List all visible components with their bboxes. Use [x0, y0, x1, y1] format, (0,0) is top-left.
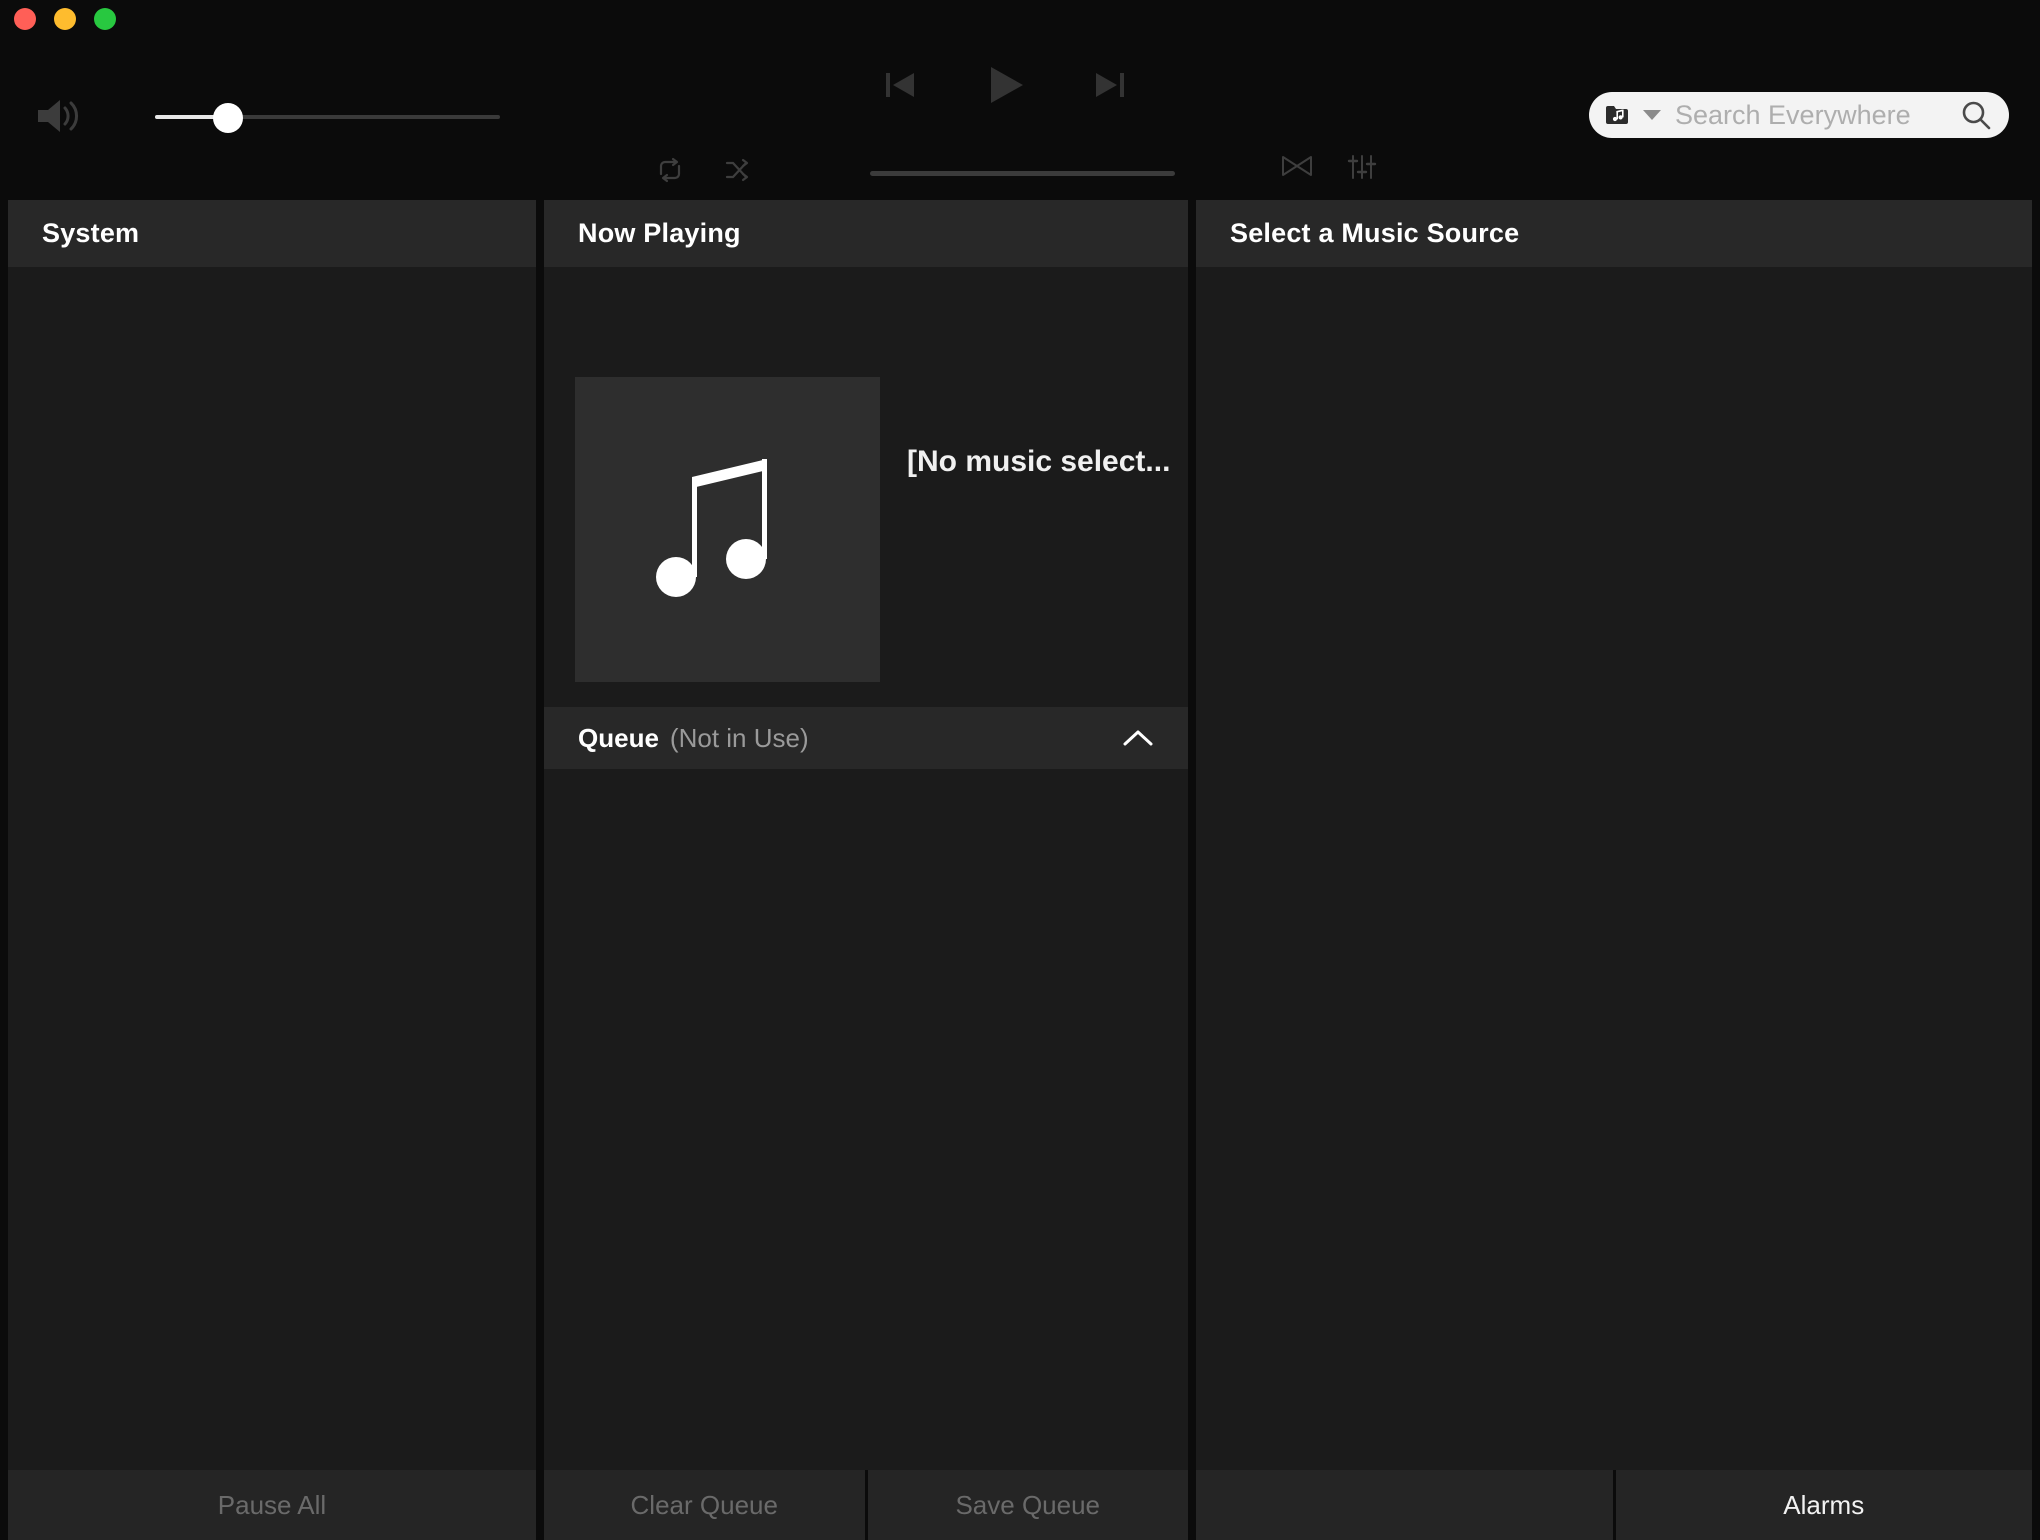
volume-slider-thumb[interactable]: [213, 103, 243, 133]
app-window: System Now Playing: [0, 0, 2040, 1540]
music-source-panel-header: Select a Music Source: [1196, 200, 2032, 267]
clear-queue-button[interactable]: Clear Queue: [544, 1470, 865, 1540]
search-icon[interactable]: [1959, 98, 1993, 132]
search-input[interactable]: [1675, 99, 1953, 131]
chevron-down-icon[interactable]: [1643, 110, 1661, 120]
equalizer-icon[interactable]: [1347, 152, 1377, 182]
now-playing-panel-body: [No music select... Queue (Not in Use): [544, 267, 1188, 1470]
search-bar[interactable]: [1589, 92, 2009, 138]
source-action-group: Alarms: [1196, 1470, 2032, 1540]
window-traffic-lights: [14, 8, 116, 30]
queue-list[interactable]: [544, 769, 1188, 1470]
toolbar: [0, 0, 2040, 200]
panel-container: System Now Playing [No music select... Q…: [0, 200, 2040, 1470]
queue-status: (Not in Use): [669, 722, 809, 753]
music-source-panel-body[interactable]: [1196, 267, 2032, 1470]
track-progress-track: [870, 171, 1175, 176]
volume-control: [34, 95, 500, 137]
queue-action-group: Clear Queue Save Queue: [544, 1470, 1188, 1540]
crossfade-icon[interactable]: [1280, 153, 1314, 179]
queue-header[interactable]: Queue (Not in Use): [544, 707, 1188, 769]
system-panel-header: System: [8, 200, 536, 267]
queue-label: Queue: [578, 722, 659, 753]
alarms-button[interactable]: Alarms: [1612, 1470, 2032, 1540]
system-panel-body[interactable]: [8, 267, 536, 1470]
minimize-window-button[interactable]: [54, 8, 76, 30]
source-secondary-button[interactable]: [1196, 1470, 1613, 1540]
zoom-window-button[interactable]: [94, 8, 116, 30]
music-note-icon: [648, 437, 808, 622]
now-playing-panel: Now Playing [No music select... Queue (N…: [544, 200, 1188, 1470]
music-source-panel: Select a Music Source: [1196, 200, 2032, 1470]
system-panel-title: System: [42, 218, 140, 248]
repeat-button[interactable]: [655, 155, 685, 185]
chevron-up-icon[interactable]: [1122, 728, 1154, 748]
close-window-button[interactable]: [14, 8, 36, 30]
album-art-placeholder[interactable]: [575, 377, 880, 682]
now-playing-content: [No music select...: [544, 267, 1188, 707]
system-panel: System: [8, 200, 536, 1470]
system-action-group: Pause All: [8, 1470, 536, 1540]
now-playing-panel-header: Now Playing: [544, 200, 1188, 267]
pause-all-button[interactable]: Pause All: [8, 1470, 536, 1540]
music-folder-icon[interactable]: [1605, 104, 1629, 126]
now-playing-track-title: [No music select...: [907, 445, 1171, 478]
previous-track-button[interactable]: [880, 65, 920, 105]
bottom-action-bar: Pause All Clear Queue Save Queue Alarms: [0, 1470, 2040, 1540]
shuffle-button[interactable]: [722, 155, 752, 185]
music-source-panel-title: Select a Music Source: [1230, 218, 1520, 248]
transport-controls: [880, 60, 1130, 110]
speaker-volume-icon[interactable]: [34, 95, 80, 137]
play-button[interactable]: [980, 60, 1030, 110]
volume-slider[interactable]: [155, 101, 500, 133]
track-progress-slider[interactable]: [870, 165, 1175, 181]
now-playing-panel-title: Now Playing: [578, 218, 741, 248]
next-track-button[interactable]: [1090, 65, 1130, 105]
save-queue-button[interactable]: Save Queue: [864, 1470, 1188, 1540]
